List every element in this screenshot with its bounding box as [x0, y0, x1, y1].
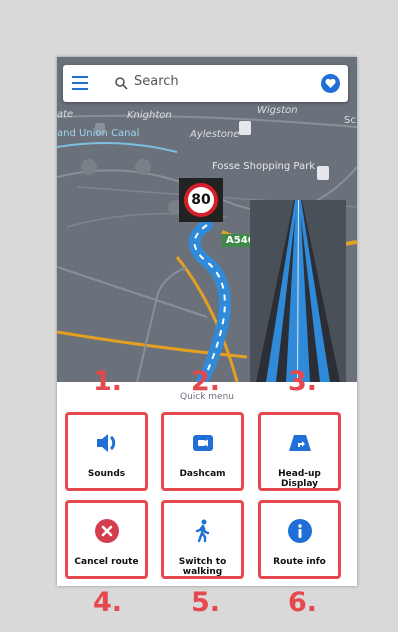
route-info-label: Route info [273, 557, 326, 567]
dashcam-label: Dashcam [179, 469, 226, 479]
speaker-icon [96, 434, 115, 452]
lane-guidance-icon [256, 200, 340, 382]
map-label-aylestone: Aylestone [190, 129, 240, 140]
map-label-knighton: Knighton [127, 110, 172, 121]
map-label-edge-right: Sc [344, 115, 356, 126]
callout-number-1: 1. [93, 366, 123, 397]
callout-number-2: 2. [191, 366, 221, 397]
speed-limit-panel: 80 [179, 178, 223, 222]
callout-number-5: 5. [191, 587, 221, 618]
search-input[interactable]: Search [134, 74, 179, 89]
head-up-display-button[interactable]: Head-up Display [258, 412, 341, 491]
favorites-heart-icon[interactable] [321, 74, 340, 93]
dashcam-button[interactable]: Dashcam [161, 412, 244, 491]
sounds-button[interactable]: Sounds [65, 412, 148, 491]
callout-number-6: 6. [288, 587, 318, 618]
cancel-route-label: Cancel route [74, 557, 139, 567]
phone-screen: ate Knighton Wigston Sc Aylestone and Un… [57, 57, 357, 586]
callout-number-4: 4. [93, 587, 123, 618]
switch-to-walking-label: Switch to walking [178, 557, 227, 577]
close-icon [94, 519, 119, 543]
route-info-button[interactable]: Route info [258, 500, 341, 579]
search-icon [115, 77, 128, 90]
head-up-display-icon [288, 435, 311, 451]
search-bar[interactable]: Search [63, 65, 348, 102]
sounds-label: Sounds [87, 469, 126, 479]
switch-to-walking-button[interactable]: Switch to walking [161, 500, 244, 579]
camera-icon [192, 435, 213, 451]
map-label-edge-left: ate [57, 109, 74, 120]
navigation-map[interactable]: ate Knighton Wigston Sc Aylestone and Un… [57, 57, 357, 382]
map-label-fosse-park: Fosse Shopping Park [212, 161, 316, 172]
lane-guidance-panel [250, 200, 346, 382]
map-label-canal: and Union Canal [57, 128, 140, 139]
speed-limit-sign: 80 [184, 183, 218, 217]
cancel-route-button[interactable]: Cancel route [65, 500, 148, 579]
head-up-display-label: Head-up Display [278, 469, 321, 489]
callout-number-3: 3. [288, 366, 318, 397]
hamburger-menu-icon[interactable] [72, 76, 88, 90]
info-icon [287, 519, 312, 543]
walking-person-icon [195, 519, 209, 543]
map-label-wigston: Wigston [257, 105, 298, 116]
